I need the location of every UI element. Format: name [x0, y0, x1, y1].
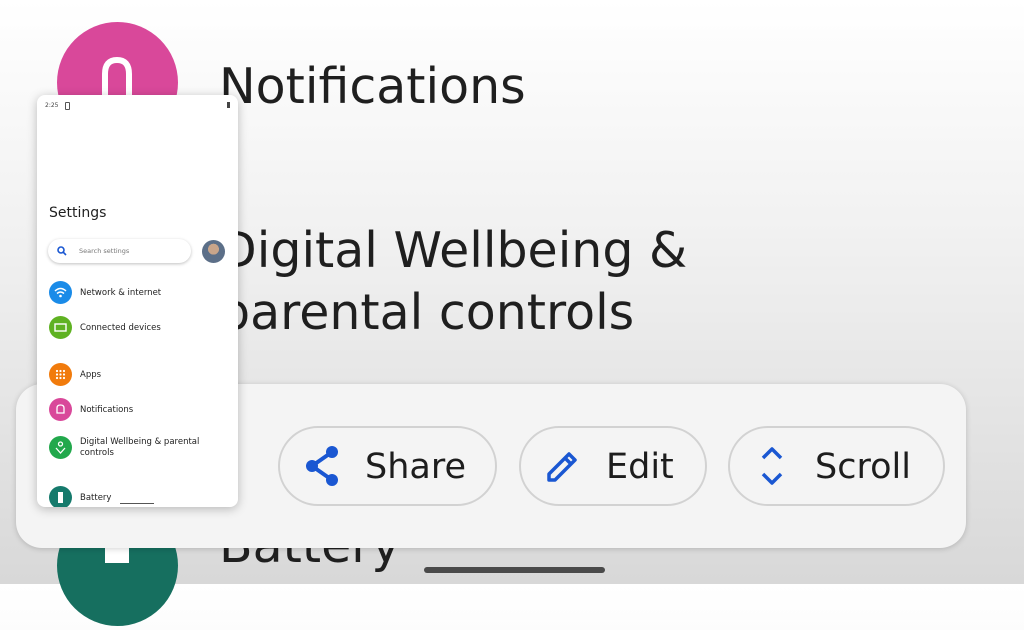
connected-devices-item[interactable]: Connected devices: [80, 323, 220, 334]
status-notification-icon: [65, 102, 70, 110]
search-icon: [57, 246, 67, 256]
share-icon: [306, 446, 338, 486]
wifi-icon: [49, 281, 72, 304]
edit-button[interactable]: Edit: [519, 426, 707, 506]
battery-status-icon: [227, 102, 230, 108]
devices-icon: [49, 316, 72, 339]
notifications-item[interactable]: Notifications: [80, 405, 220, 416]
digital-wellbeing-item[interactable]: Digital Wellbeing & parental controls: [80, 437, 220, 459]
network-internet-item[interactable]: Network & internet: [80, 288, 220, 299]
search-input[interactable]: Search settings: [48, 239, 191, 263]
bg-notifications-label: Notifications: [219, 58, 526, 115]
page-title: Settings: [49, 205, 107, 221]
edit-label: Edit: [606, 447, 674, 487]
scroll-label: Scroll: [815, 447, 911, 487]
home-indicator[interactable]: [424, 567, 605, 573]
bg-wellbeing-label: Digital Wellbeing & parental controls: [219, 222, 688, 341]
screenshot-preview[interactable]: 2:25 Settings Search settings Network & …: [37, 95, 238, 507]
status-time: 2:25: [45, 102, 59, 109]
share-label: Share: [365, 447, 467, 487]
edit-icon: [547, 452, 577, 482]
apps-item[interactable]: Apps: [80, 370, 220, 381]
search-placeholder: Search settings: [79, 247, 130, 255]
scroll-button[interactable]: Scroll: [728, 426, 945, 506]
share-button[interactable]: Share: [278, 426, 497, 506]
battery-usage-bar: [120, 503, 154, 504]
wellbeing-icon: [49, 436, 72, 459]
apps-icon: [49, 363, 72, 386]
battery-icon: [49, 486, 72, 507]
bell-icon: [49, 398, 72, 421]
avatar[interactable]: [202, 240, 225, 263]
scroll-icon: [761, 447, 783, 485]
